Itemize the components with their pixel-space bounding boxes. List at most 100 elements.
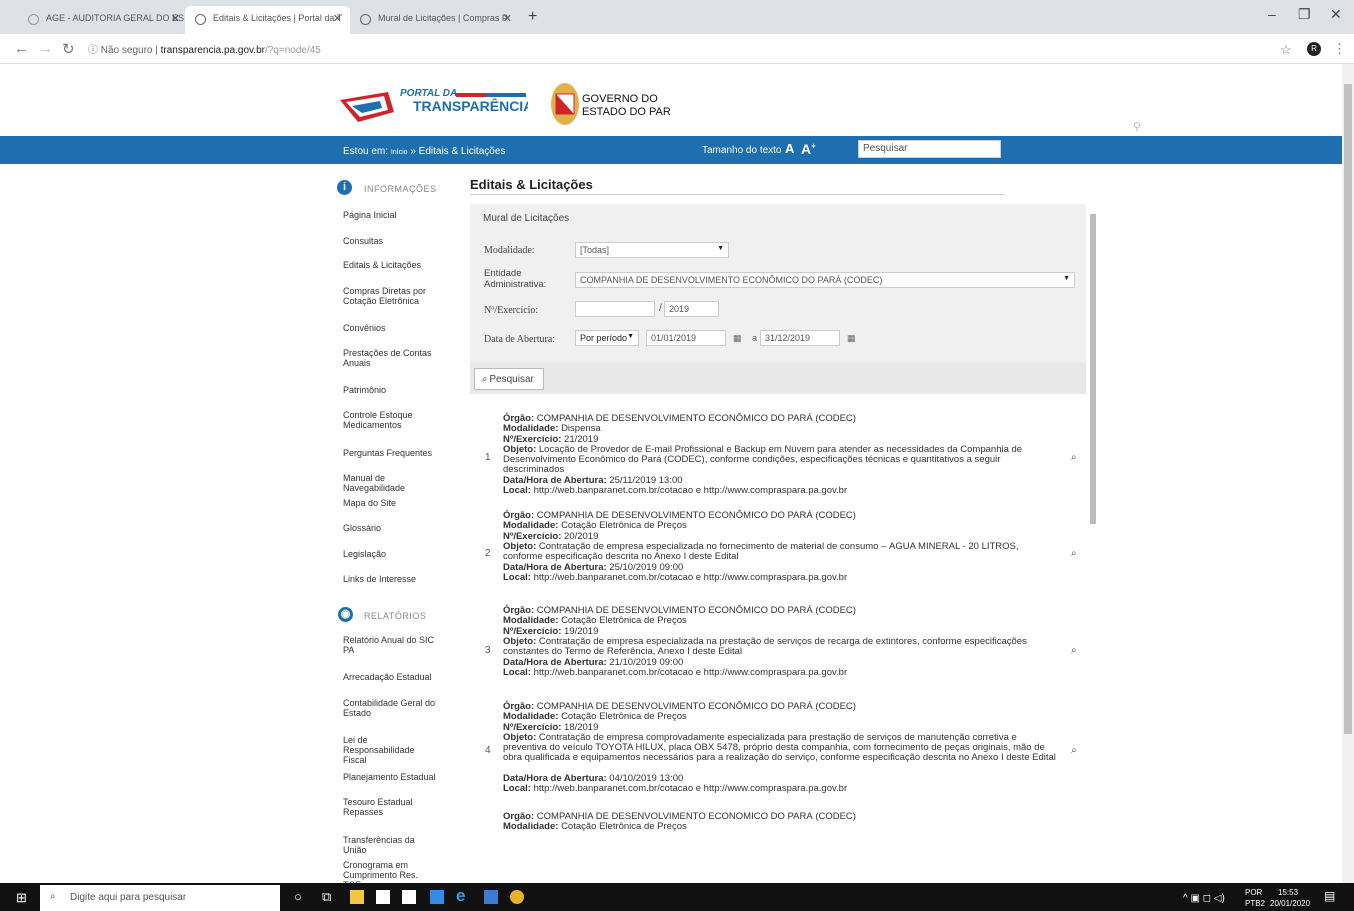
portal-transparencia-logo[interactable]: PORTAL DA TRANSPARÊNCIA — [338, 82, 528, 127]
window-close-icon[interactable]: ✕ — [1330, 6, 1342, 23]
governo-para-logo: GOVERNO DO ESTADO DO PARÁ — [551, 83, 670, 125]
result-detail-icon[interactable]: ⌕ — [1071, 548, 1077, 559]
forward-icon[interactable]: → — [38, 40, 53, 57]
sidebar-item-arrecadacao[interactable]: Arrecadação Estadual — [343, 672, 438, 682]
results-scrollbar-thumb[interactable] — [1090, 214, 1096, 524]
site-search-input[interactable]: Pesquisar — [858, 140, 1001, 158]
system-tray-icons[interactable]: ^ ▣ ◻ ◁) — [1183, 893, 1225, 904]
maximize-icon[interactable]: ❐ — [1298, 6, 1311, 23]
label-local: Local: — [503, 783, 531, 795]
edge-icon[interactable]: e — [456, 886, 465, 906]
font-increase-button[interactable]: A+ — [801, 141, 816, 157]
result-item: Órgão: COMPANHIA DE DESENVOLVIMENTO ECON… — [503, 701, 1058, 795]
sidebar-item-tesouro[interactable]: Tesouro Estadual Repasses — [343, 797, 438, 817]
sidebar-item-transferencias[interactable]: Transferências da União — [343, 835, 438, 855]
date-from-input[interactable]: 01/01/2019 — [646, 330, 726, 346]
entidade-select[interactable]: COMPANHIA DE DESENVOLVIMENTO ECONÔMICO D… — [575, 272, 1075, 288]
sidebar-item-legislacao[interactable]: Legislação — [343, 549, 438, 559]
sidebar-item-pagina-inicial[interactable]: Página Inicial — [343, 210, 438, 220]
close-icon[interactable]: ✕ — [333, 12, 342, 25]
result-detail-icon[interactable]: ⌕ — [1071, 745, 1077, 756]
profile-avatar[interactable]: R — [1307, 42, 1321, 56]
url-field[interactable]: ⓘ Não seguro | transparencia.pa.gov.br/?… — [88, 41, 321, 56]
tab-title: AGE - AUDITORIA GERAL DO ES — [46, 13, 185, 23]
back-icon[interactable]: ← — [14, 40, 29, 57]
sidebar-item-compras-diretas[interactable]: Compras Diretas por Cotação Eletrônica — [343, 286, 438, 306]
sidebar-item-patrimonio[interactable]: Patrimônio — [343, 385, 438, 395]
pesquisar-button[interactable]: ⌕ Pesquisar — [474, 368, 544, 390]
breadcrumb-separator: » — [410, 146, 416, 157]
label-exercicio: Nº/Exercício: — [503, 721, 562, 733]
result-item: Órgão: COMPANHIA DE DESENVOLVIMENTO ECON… — [503, 413, 1058, 497]
gov-logo-line2: ESTADO DO PARÁ — [582, 105, 670, 118]
sidebar-item-prestacoes[interactable]: Prestações de Contas Anuais — [343, 348, 438, 368]
sidebar-item-lrf[interactable]: Lei de Responsabilidade Fiscal — [343, 735, 438, 765]
mail-icon[interactable] — [402, 890, 416, 904]
browser-tab-bar: AGE - AUDITORIA GERAL DO ES ✕ Editais & … — [0, 0, 1354, 34]
calendar-icon[interactable]: ▦ — [733, 333, 742, 344]
browser-tab[interactable]: Mural de Licitações | Compras P ✕ — [350, 6, 520, 34]
sidebar-item-perguntas[interactable]: Perguntas Frequentes — [343, 448, 438, 458]
sidebar-item-planejamento[interactable]: Planejamento Estadual — [343, 772, 438, 782]
notifications-icon[interactable]: ▤ — [1324, 889, 1335, 903]
result-item: Órgão: COMPANHIA DE DESENVOLVIMENTO ECON… — [503, 812, 1058, 834]
sidebar-item-estoque[interactable]: Controle Estoque Medicamentos — [343, 410, 438, 430]
windows-start-icon[interactable]: ⊞ — [16, 890, 27, 906]
label-local: Local: — [503, 485, 531, 497]
exercicio-number-input[interactable] — [575, 301, 655, 317]
browser-tab-active[interactable]: Editais & Licitações | Portal da T ✕ — [185, 6, 350, 34]
abertura-mode-select[interactable]: Por período ▼ — [575, 330, 639, 346]
result-exercicio: 19/2019 — [564, 625, 599, 637]
lang-line1[interactable]: POR — [1245, 888, 1262, 897]
clock-time[interactable]: 15:53 — [1278, 888, 1298, 897]
menu-kebab-icon[interactable]: ⋮ — [1333, 41, 1346, 57]
page-scrollbar-thumb[interactable] — [1344, 84, 1352, 734]
sidebar-item-convenios[interactable]: Convênios — [343, 323, 438, 333]
new-tab-button[interactable]: + — [528, 8, 537, 26]
tab-title: Mural de Licitações | Compras P — [378, 13, 508, 23]
date-to-input[interactable]: 31/12/2019 — [760, 330, 840, 346]
entidade-value: COMPANHIA DE DESENVOLVIMENTO ECONÔMICO D… — [580, 275, 883, 285]
clock-date[interactable]: 20/01/2020 — [1270, 899, 1310, 908]
close-icon[interactable]: ✕ — [171, 12, 180, 25]
calendar-icon[interactable]: ▦ — [847, 333, 856, 344]
sidebar-item-mapa[interactable]: Mapa do Site — [343, 498, 438, 508]
exercicio-year-input[interactable]: 2019 — [664, 301, 719, 317]
breadcrumb-home-link[interactable]: Início — [391, 149, 408, 156]
exercicio-label: Nº/Exercício: — [484, 305, 539, 316]
file-explorer-icon[interactable] — [350, 890, 364, 904]
bookmark-star-icon[interactable]: ☆ — [1280, 42, 1292, 58]
minimize-icon[interactable]: – — [1268, 6, 1276, 22]
result-detail-icon[interactable]: ⌕ — [1071, 645, 1077, 656]
page-scrollbar[interactable] — [1342, 64, 1354, 884]
modalidade-select[interactable]: [Todas] ▼ — [575, 242, 729, 258]
sidebar-item-glossario[interactable]: Glossário — [343, 523, 438, 533]
cortana-icon[interactable]: ○ — [294, 889, 302, 904]
sidebar-item-relatorio-sic[interactable]: Relatório Anual do SIC PA — [343, 635, 438, 655]
header-search-icon[interactable]: ⚲ — [1133, 120, 1141, 133]
result-detail-icon[interactable]: ⌕ — [1071, 452, 1077, 463]
store-icon[interactable] — [376, 890, 390, 904]
app-icon-2[interactable] — [484, 890, 498, 904]
close-icon[interactable]: ✕ — [503, 12, 512, 25]
sidebar-item-manual[interactable]: Manual de Navegabilidade — [343, 473, 438, 493]
reload-icon[interactable]: ↻ — [62, 40, 75, 58]
chrome-icon[interactable] — [510, 890, 524, 904]
panel-title: Mural de Licitações — [483, 213, 570, 224]
sidebar-item-contabilidade[interactable]: Contabilidade Geral do Estado — [343, 698, 438, 718]
sidebar-item-links[interactable]: Links de Interesse — [343, 574, 438, 584]
task-view-icon[interactable]: ⧉ — [322, 889, 331, 905]
sidebar-item-editais[interactable]: Editais & Licitações — [343, 260, 438, 270]
taskbar-search-input[interactable]: ⌕ Digite aqui para pesquisar — [40, 885, 280, 911]
result-local: http://web.banparanet.com.br/cotacao e h… — [533, 572, 848, 584]
search-icon: ⌕ — [50, 891, 56, 902]
lang-line2[interactable]: PTB2 — [1245, 899, 1265, 908]
text-size-label: Tamanho do texto — [702, 145, 782, 156]
font-decrease-button[interactable]: A — [785, 141, 794, 156]
result-objeto: Contratação de empresa especializada no … — [503, 541, 1019, 563]
globe-icon — [360, 14, 371, 25]
browser-tab[interactable]: AGE - AUDITORIA GERAL DO ES ✕ — [18, 6, 188, 34]
sidebar-item-consultas[interactable]: Consultas — [343, 236, 438, 246]
app-icon[interactable] — [430, 890, 444, 904]
results-scrollbar[interactable] — [1089, 208, 1097, 828]
